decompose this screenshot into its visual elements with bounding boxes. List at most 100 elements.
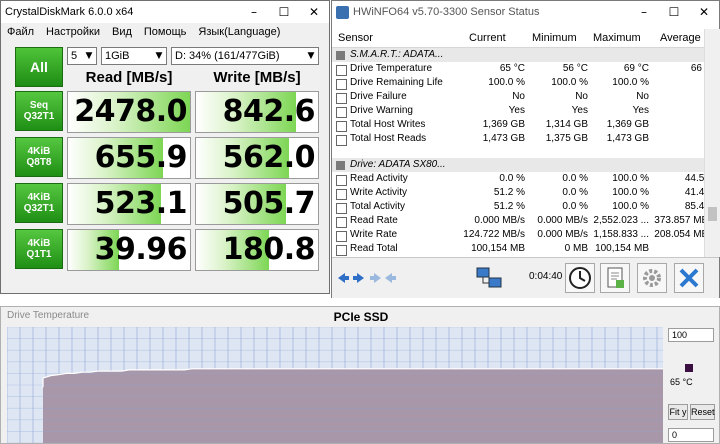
cdm-titlebar: CrystalDiskMark 6.0.0 x64 – ☐ ✕ xyxy=(1,1,329,23)
arrows-inward-icon[interactable] xyxy=(368,263,398,293)
test-button-4kib-q8t8[interactable]: 4KiB Q8T8 xyxy=(15,137,63,177)
close-icon[interactable]: ✕ xyxy=(299,1,329,23)
menu-file[interactable]: Файл xyxy=(7,26,34,38)
maximize-icon[interactable]: ☐ xyxy=(269,1,299,23)
menu-language[interactable]: Язык(Language) xyxy=(198,26,280,38)
sensor-icon xyxy=(336,65,347,76)
sensor-name: Total Host Reads xyxy=(350,133,427,144)
col-average[interactable]: Average xyxy=(660,32,701,44)
sensor-row[interactable]: Total Host Reads 1,473 GB 1,375 GB 1,473 GB xyxy=(332,132,704,146)
sensor-icon xyxy=(336,121,347,132)
write-result-value: 562.0 xyxy=(222,140,316,175)
sensor-icon xyxy=(336,107,347,118)
minimize-icon[interactable]: – xyxy=(629,1,659,23)
scrollbar-thumb[interactable] xyxy=(708,207,717,221)
sensor-value-cur: Yes xyxy=(508,105,525,116)
sensor-row[interactable]: Drive Temperature65 °C56 °C69 °C66 °C xyxy=(332,62,716,76)
sensor-value-min: 0.0 % xyxy=(562,173,588,184)
sensor-value-cur: 0.000 MB/s xyxy=(474,215,525,226)
sensor-row[interactable]: Total Activity 51.2 % 0.0 % 100.0 % 85.4 % xyxy=(332,200,716,214)
sensor-row[interactable]: Total Host Writes 1,369 GB 1,314 GB 1,369 G… xyxy=(332,118,704,132)
minimize-icon[interactable]: – xyxy=(239,1,269,23)
all-button[interactable]: All xyxy=(15,47,63,87)
sensor-value-max: 2,552.023 ... xyxy=(593,215,649,226)
chevron-down-icon: ▼ xyxy=(307,51,315,61)
sensor-row[interactable]: Write Activity 51.2 % 0.0 % 100.0 % 41.4 % xyxy=(332,186,716,200)
sensor-row[interactable]: Write Rate 124.722 MB/s 0.000 MB/s 1,158.83… xyxy=(332,228,716,242)
sensor-name: Total Host Writes xyxy=(350,119,426,130)
test-button-4kib-q1t1[interactable]: 4KiB Q1T1 xyxy=(15,229,63,269)
sensor-value-cur: 100.0 % xyxy=(488,77,525,88)
cdm-menubar: Файл Настройки Вид Помощь Язык(Language) xyxy=(1,23,329,41)
count-select[interactable]: 5 ▼ xyxy=(67,47,97,65)
network-icon[interactable] xyxy=(474,263,504,293)
sensor-name: Read Rate xyxy=(350,215,398,226)
col-minimum[interactable]: Minimum xyxy=(532,32,577,44)
maximize-icon[interactable]: ☐ xyxy=(659,1,689,23)
col-maximum[interactable]: Maximum xyxy=(593,32,641,44)
test-button-seq-q32t1[interactable]: Seq Q32T1 xyxy=(15,91,63,131)
sensor-value-min: 56 °C xyxy=(562,63,588,74)
read-result-value: 523.1 xyxy=(94,186,188,221)
fit-y-button[interactable]: Fit y xyxy=(668,404,688,420)
sensor-icon xyxy=(336,203,347,214)
sensor-name: Write Rate xyxy=(350,229,398,240)
sensor-row[interactable]: Read Rate 0.000 MB/s 0.000 MB/s 2,552.023 .… xyxy=(332,214,716,228)
gear-icon[interactable] xyxy=(637,263,667,293)
sensor-name: Drive Failure xyxy=(350,91,407,102)
sensor-value-max: 1,158.833 ... xyxy=(593,229,649,240)
col-current[interactable]: Current xyxy=(469,32,506,44)
graph-min-field[interactable]: 0 xyxy=(668,428,714,442)
sensor-value-min: 0.0 % xyxy=(562,201,588,212)
clock-icon[interactable] xyxy=(565,263,595,293)
menu-view[interactable]: Вид xyxy=(112,26,132,38)
reset-button[interactable]: Reset xyxy=(690,404,715,420)
sensor-grid-header: Sensor Current Minimum Maximum Average xyxy=(332,29,704,48)
sensor-value-cur: 124.722 MB/s xyxy=(463,229,525,240)
read-result-cell: 2478.0 xyxy=(67,91,191,133)
write-result-cell: 842.6 xyxy=(195,91,319,133)
sensor-value-min: 0.000 MB/s xyxy=(537,229,588,240)
sensor-value-cur: 51.2 % xyxy=(493,187,525,198)
elapsed-timer: 0:04:40 xyxy=(529,271,563,282)
sensor-value-min: 0.0 % xyxy=(562,187,588,198)
sensor-icon xyxy=(336,175,347,186)
drive-icon xyxy=(336,51,345,60)
sensor-value-max: 100,154 MB xyxy=(595,243,649,254)
report-icon[interactable] xyxy=(600,263,630,293)
graph-max-field[interactable]: 100 xyxy=(668,328,714,342)
menu-settings[interactable]: Настройки xyxy=(46,26,100,38)
drive-icon xyxy=(336,161,345,170)
sensor-value-max: 100.0 % xyxy=(612,201,649,212)
test-label-line2: Q1T1 xyxy=(26,249,52,260)
graph-current-value: 65 °C xyxy=(670,377,693,387)
test-label-line1: 4KiB xyxy=(27,238,51,249)
sensor-row[interactable]: Drive Warning Yes Yes Yes xyxy=(332,104,704,118)
size-select[interactable]: 1GiB ▼ xyxy=(101,47,167,65)
sensor-value-cur: 100,154 MB xyxy=(471,243,525,254)
sensor-row[interactable]: Read Activity 0.0 % 0.0 % 100.0 % 44.5 % xyxy=(332,172,716,186)
col-sensor[interactable]: Sensor xyxy=(338,32,373,44)
sensor-row[interactable]: Drive Remaining Life 100.0 % 100.0 % 100.0 … xyxy=(332,76,704,90)
series-color-swatch xyxy=(685,364,693,372)
read-result-value: 39.96 xyxy=(94,232,188,267)
write-result-cell: 505.7 xyxy=(195,183,319,225)
sensor-value-cur: No xyxy=(512,91,525,102)
menu-help[interactable]: Помощь xyxy=(144,26,187,38)
sensor-value-max: Yes xyxy=(632,105,649,116)
write-result-cell: 562.0 xyxy=(195,137,319,179)
sensor-scrollbar[interactable] xyxy=(704,29,720,257)
sensor-group-header[interactable]: Drive: ADATA SX80... xyxy=(332,158,704,172)
sensor-group-header[interactable]: S.M.A.R.T.: ADATA... xyxy=(332,48,704,62)
drive-value: D: 34% (161/477GiB) xyxy=(175,50,280,62)
sensor-icon xyxy=(336,217,347,228)
read-result-value: 2478.0 xyxy=(74,94,187,129)
sensor-row[interactable]: Read Total 100,154 MB 0 MB 100,154 MB xyxy=(332,242,704,256)
close-icon[interactable] xyxy=(674,263,704,293)
sensor-value-max: 1,369 GB xyxy=(606,119,649,130)
test-button-4kib-q32t1[interactable]: 4KiB Q32T1 xyxy=(15,183,63,223)
drive-select[interactable]: D: 34% (161/477GiB) ▼ xyxy=(171,47,319,65)
sensor-row[interactable]: Drive Failure No No No xyxy=(332,90,704,104)
close-icon[interactable]: ✕ xyxy=(689,1,719,23)
arrows-left-right-icon[interactable] xyxy=(336,263,366,293)
